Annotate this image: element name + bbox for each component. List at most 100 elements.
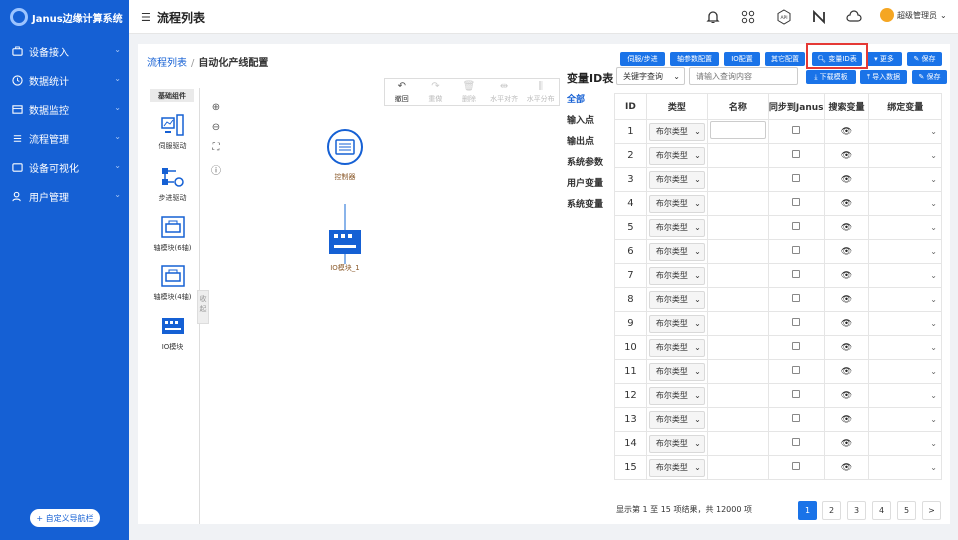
page-5[interactable]: 5 [897, 501, 916, 520]
zoom-out-icon[interactable]: ⊖ [208, 122, 224, 138]
node-io-module[interactable]: IO模块_1 [322, 226, 368, 273]
type-select[interactable]: 布尔类型 ⌄ [648, 146, 705, 165]
type-select[interactable]: 布尔类型 ⌄ [648, 386, 705, 405]
sync-checkbox[interactable] [792, 174, 801, 182]
category-user-var[interactable]: 用户变量 [567, 176, 615, 197]
sidebar-item-users[interactable]: 用户管理 ⌄ [0, 186, 129, 206]
sync-checkbox[interactable] [792, 438, 801, 446]
save-button[interactable]: ✎ 保存 [912, 70, 947, 84]
palette-item-axis6[interactable]: 轴模块(6轴) [147, 216, 198, 253]
type-select[interactable]: 布尔类型 ⌄ [648, 170, 705, 189]
bind-variable-select[interactable]: ⌄ [869, 367, 941, 376]
more-button[interactable]: ▾ 更多 [866, 52, 902, 66]
sync-checkbox[interactable] [792, 366, 801, 374]
palette-item-axis4[interactable]: 轴模块(4轴) [147, 265, 198, 302]
other-config-button[interactable]: 其它配置 [765, 52, 805, 66]
sync-checkbox[interactable] [792, 270, 801, 278]
palette-item-servo[interactable]: 伺服驱动 [147, 114, 198, 151]
sidebar-item-monitor[interactable]: 数据监控 ⌄ [0, 99, 129, 119]
bind-variable-select[interactable]: ⌄ [869, 199, 941, 208]
name-cell[interactable] [706, 455, 769, 480]
category-output[interactable]: 输出点 [567, 134, 615, 155]
type-select[interactable]: 布尔类型 ⌄ [648, 218, 705, 237]
user-menu[interactable]: 超级管理员 ⌄ [880, 8, 947, 22]
sync-checkbox[interactable] [792, 246, 801, 254]
eye-icon[interactable]: 👁︎ [841, 391, 852, 401]
category-system-var[interactable]: 系统变量 [567, 197, 615, 218]
palette-item-io[interactable]: IO模块 [147, 315, 198, 352]
palette-item-stepper[interactable]: 步进驱动 [147, 166, 198, 203]
type-select[interactable]: 布尔类型 ⌄ [648, 194, 705, 213]
bind-variable-select[interactable]: ⌄ [869, 223, 941, 232]
page-next[interactable]: > [922, 501, 941, 520]
eye-icon[interactable]: 👁︎ [841, 463, 852, 473]
download-template-button[interactable]: ⤓ 下载模板 [806, 70, 856, 84]
name-cell[interactable] [706, 311, 769, 336]
type-select[interactable]: 布尔类型 ⌄ [648, 314, 705, 333]
bind-variable-select[interactable]: ⌄ [869, 463, 941, 472]
sync-checkbox[interactable] [792, 390, 801, 398]
type-select[interactable]: 布尔类型 ⌄ [648, 338, 705, 357]
page-3[interactable]: 3 [847, 501, 866, 520]
bind-variable-select[interactable]: ⌄ [869, 439, 941, 448]
sync-checkbox[interactable] [792, 462, 801, 470]
bind-variable-select[interactable]: ⌄ [869, 391, 941, 400]
bind-variable-select[interactable]: ⌄ [869, 343, 941, 352]
category-input[interactable]: 输入点 [567, 113, 615, 134]
type-select[interactable]: 布尔类型 ⌄ [648, 242, 705, 261]
bind-variable-select[interactable]: ⌄ [869, 271, 941, 280]
name-cell[interactable] [706, 383, 769, 408]
collapse-palette-button[interactable]: 收起 [197, 290, 209, 324]
bind-variable-select[interactable]: ⌄ [869, 175, 941, 184]
sync-checkbox[interactable] [792, 318, 801, 326]
sidebar-item-visual[interactable]: 设备可视化 ⌄ [0, 157, 129, 177]
eye-icon[interactable]: 👁︎ [841, 295, 852, 305]
zoom-in-icon[interactable]: ⊕ [208, 102, 224, 118]
apps-icon[interactable] [739, 8, 757, 26]
sync-checkbox[interactable] [792, 342, 801, 350]
name-cell[interactable] [706, 407, 769, 432]
axis-config-button[interactable]: 轴参数配置 [670, 52, 719, 66]
name-cell[interactable] [706, 359, 769, 384]
eye-icon[interactable]: 👁︎ [841, 415, 852, 425]
eye-icon[interactable]: 👁︎ [841, 127, 852, 137]
bell-icon[interactable] [704, 8, 722, 26]
fit-screen-icon[interactable]: ⛶ [208, 142, 224, 158]
node-controller[interactable]: 控制器 [323, 128, 367, 182]
category-system-param[interactable]: 系统参数 [567, 155, 615, 176]
name-cell[interactable] [706, 167, 769, 192]
bind-variable-select[interactable]: ⌄ [869, 415, 941, 424]
sync-checkbox[interactable] [792, 198, 801, 206]
name-cell[interactable] [706, 335, 769, 360]
search-input[interactable] [689, 67, 798, 85]
sidebar-item-stats[interactable]: 数据统计 ⌄ [0, 70, 129, 90]
bind-variable-select[interactable]: ⌄ [869, 151, 941, 160]
eye-icon[interactable]: 👁︎ [841, 199, 852, 209]
sidebar-item-device[interactable]: 设备接入 ⌄ [0, 41, 129, 61]
type-select[interactable]: 布尔类型 ⌄ [648, 410, 705, 429]
search-mode-select[interactable]: 关键字查询 ⌄ [616, 67, 685, 85]
bind-variable-select[interactable]: ⌄ [869, 247, 941, 256]
menu-toggle-icon[interactable]: ☰ [141, 11, 151, 24]
type-select[interactable]: 布尔类型 ⌄ [648, 266, 705, 285]
type-select[interactable]: 布尔类型 ⌄ [648, 122, 705, 141]
undo-button[interactable]: ↶ 撤回 [385, 79, 419, 105]
name-cell[interactable] [706, 215, 769, 240]
distribute-horizontal-button[interactable]: ⫼ 水平分布 [522, 79, 559, 105]
breadcrumb-parent[interactable]: 流程列表 [147, 58, 187, 69]
bind-variable-select[interactable]: ⌄ [869, 295, 941, 304]
sync-checkbox[interactable] [792, 222, 801, 230]
eye-icon[interactable]: 👁︎ [841, 151, 852, 161]
eye-icon[interactable]: 👁︎ [841, 367, 852, 377]
name-cell[interactable] [706, 143, 769, 168]
servo-stepper-button[interactable]: 伺服/步进 [620, 52, 665, 66]
category-all[interactable]: 全部 [567, 92, 615, 113]
name-cell[interactable] [706, 239, 769, 264]
bind-variable-select[interactable]: ⌄ [869, 127, 941, 136]
help-icon[interactable]: ⓘ [208, 162, 224, 178]
save-top-button[interactable]: ✎ 保存 [907, 52, 942, 66]
name-cell[interactable] [706, 191, 769, 216]
sync-checkbox[interactable] [792, 294, 801, 302]
eye-icon[interactable]: 👁︎ [841, 175, 852, 185]
sync-checkbox[interactable] [792, 150, 801, 158]
